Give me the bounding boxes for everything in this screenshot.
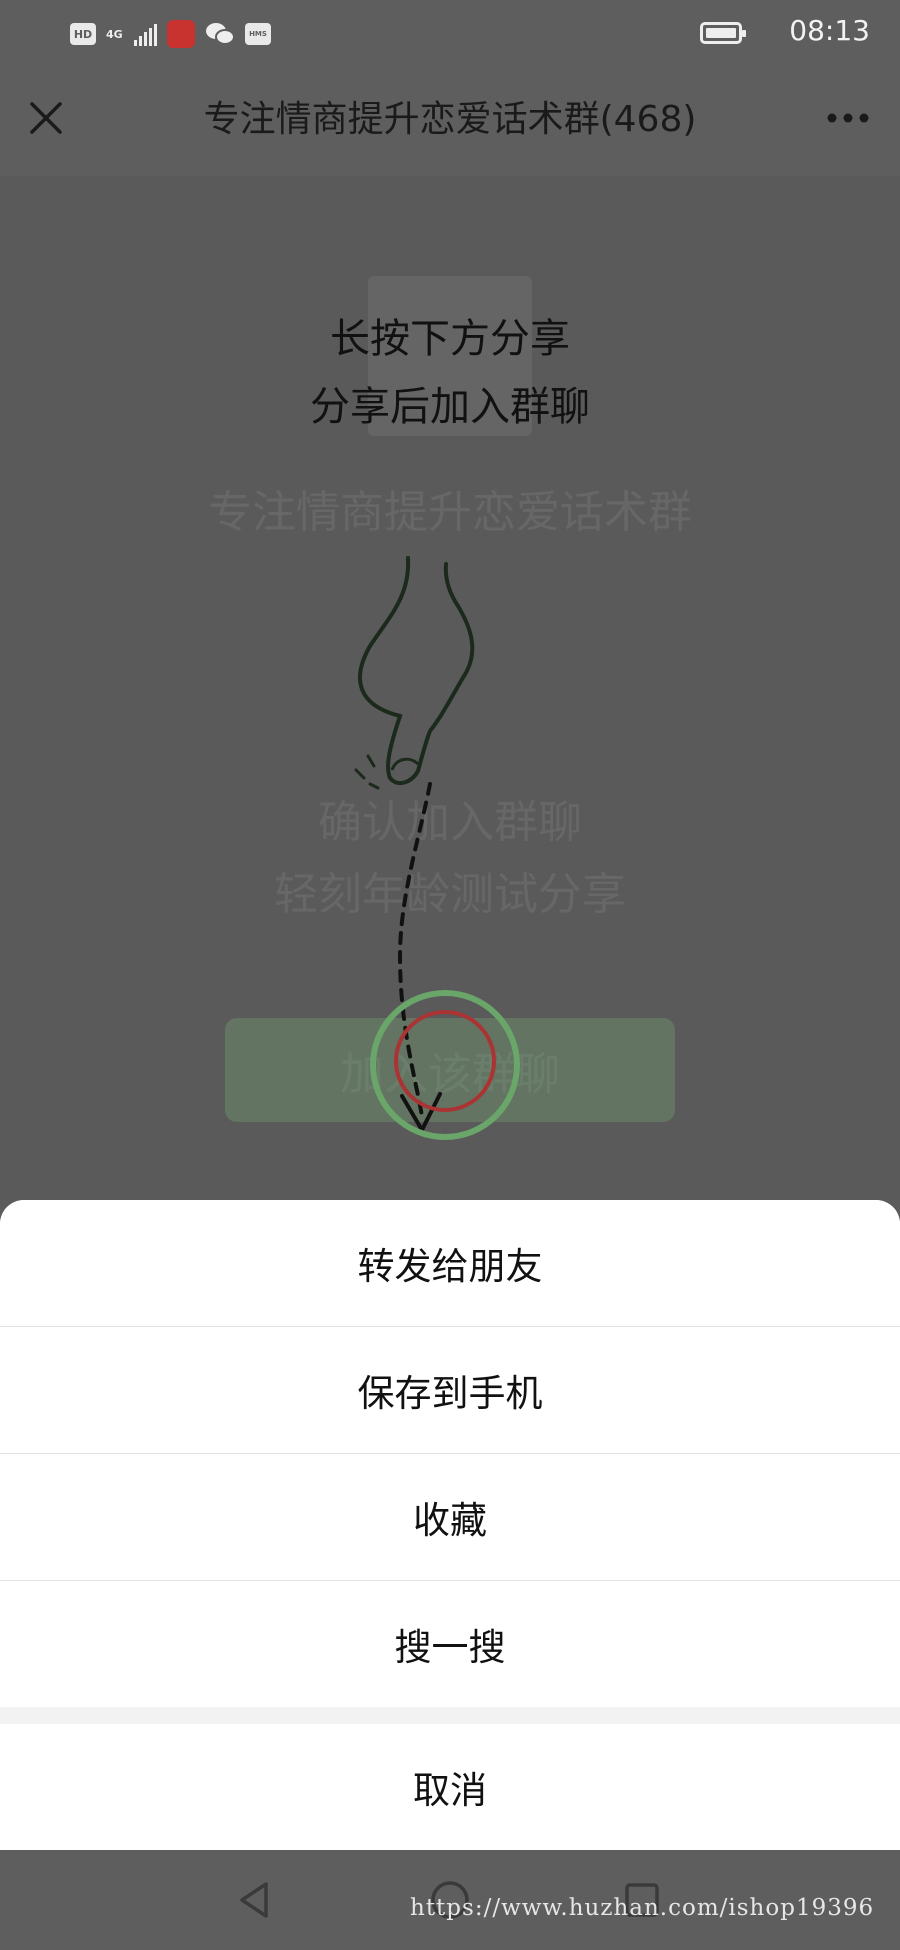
battery-icon [700, 22, 746, 44]
option-forward-to-friend[interactable]: 转发给朋友 [0, 1200, 900, 1326]
more-button[interactable] [816, 90, 880, 146]
signal-icon [134, 22, 157, 46]
network-type: 4G [106, 27, 123, 41]
close-icon [30, 102, 62, 134]
page-title: 专注情商提升恋爱话术群(468) [203, 99, 697, 140]
hms-icon: HMS [245, 23, 271, 45]
status-time: 08:13 [789, 14, 870, 47]
back-triangle-icon[interactable] [232, 1878, 276, 1922]
group-name: 专注情商提升恋爱话术群 [208, 487, 692, 538]
action-sheet: 转发给朋友 保存到手机 收藏 搜一搜 取消 [0, 1200, 900, 1850]
wechat-icon [206, 23, 235, 45]
option-save-to-phone[interactable]: 保存到手机 [0, 1327, 900, 1453]
more-dots-icon [827, 113, 869, 123]
cancel-button[interactable]: 取消 [0, 1724, 900, 1850]
battery-level [706, 28, 736, 38]
share-target-circle [370, 990, 520, 1140]
option-favorite[interactable]: 收藏 [0, 1454, 900, 1580]
app-red-icon [167, 20, 195, 48]
option-search[interactable]: 搜一搜 [0, 1581, 900, 1707]
close-button[interactable] [18, 90, 74, 146]
watermark-text: https://www.huzhan.com/ishop19396 [410, 1895, 875, 1921]
status-icons: HD 4G HMS [70, 18, 271, 50]
instruction-line-2: 分享后加入群聊 [310, 384, 590, 430]
instruction-line-1: 长按下方分享 [330, 316, 570, 362]
title-bar: 专注情商提升恋爱话术群(468) [0, 68, 900, 176]
hd-badge-icon: HD [70, 23, 96, 45]
status-bar: HD 4G HMS 08:13 [0, 0, 900, 68]
